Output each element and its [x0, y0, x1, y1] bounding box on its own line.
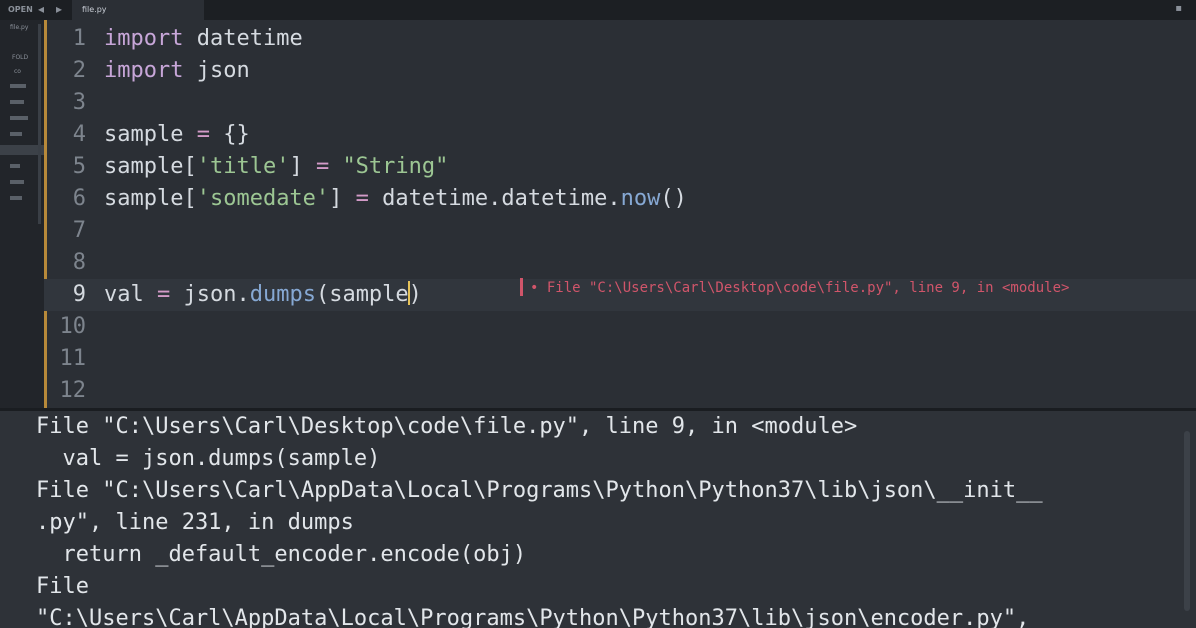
code-token: import — [104, 26, 184, 51]
code-token: sample[ — [104, 186, 197, 211]
line-number: 6 — [72, 186, 86, 211]
output-line: "C:\Users\Carl\AppData\Local\Programs\Py… — [36, 606, 1030, 628]
line-number: 3 — [72, 90, 86, 115]
window-control-icon[interactable]: ▪ — [1175, 3, 1182, 14]
code-token: 'title' — [196, 154, 290, 179]
code-token: () — [660, 186, 687, 211]
code-text: import datetime — [104, 23, 303, 55]
code-token: val — [104, 282, 157, 307]
tree-item[interactable] — [10, 196, 22, 200]
folders-label: FOLD — [12, 54, 29, 61]
output-line: File "C:\Users\Carl\Desktop\code\file.py… — [36, 414, 858, 439]
code-token: ) — [408, 282, 422, 307]
error-marker — [520, 278, 523, 296]
line-number: 1 — [72, 26, 86, 51]
tree-item[interactable] — [10, 164, 20, 168]
back-arrow-icon[interactable]: ◂ — [38, 2, 44, 16]
code-token: ] — [329, 186, 356, 211]
code-line[interactable]: 12 — [44, 375, 1196, 407]
folder-item[interactable]: co — [14, 68, 21, 75]
line-number: 12 — [59, 378, 87, 403]
sidebar-scrollbar[interactable] — [38, 24, 41, 224]
line-number: 5 — [72, 154, 86, 179]
open-file-item[interactable]: file.py — [10, 24, 28, 31]
output-line: File "C:\Users\Carl\AppData\Local\Progra… — [36, 478, 1043, 503]
line-number: 9 — [72, 282, 86, 307]
tree-item[interactable] — [10, 84, 26, 88]
line-number: 2 — [72, 58, 86, 83]
code-token: 'somedate' — [196, 186, 330, 211]
code-line[interactable]: 7 — [44, 215, 1196, 247]
code-token: "String" — [342, 154, 449, 179]
code-token: dumps — [249, 282, 316, 307]
line-number: 8 — [72, 250, 86, 275]
line-number: 10 — [59, 314, 87, 339]
open-files-label: OPEN — [8, 5, 33, 14]
code-token: = — [355, 186, 369, 211]
code-token: = — [196, 122, 210, 147]
code-token: json — [183, 58, 250, 83]
code-text: sample = {} — [104, 119, 250, 151]
output-line: .py", line 231, in dumps — [36, 510, 354, 535]
tree-item[interactable] — [10, 180, 24, 184]
code-line[interactable]: 3 — [44, 87, 1196, 119]
tree-item[interactable] — [10, 132, 22, 136]
code-token: sample[ — [104, 154, 197, 179]
code-token: = — [315, 154, 330, 179]
line-number: 7 — [72, 218, 86, 243]
code-token: datetime.datetime. — [368, 186, 621, 211]
code-line[interactable]: 5 sample['title'] = "String" — [44, 151, 1196, 183]
code-token: json. — [170, 282, 250, 307]
code-line[interactable]: 2 import json — [44, 55, 1196, 87]
code-text: val = json.dumps(sample) — [104, 279, 422, 311]
code-token: sample — [104, 122, 197, 147]
forward-arrow-icon[interactable]: ▸ — [56, 2, 62, 16]
tab-label: file.py — [82, 5, 107, 14]
tab-file-py[interactable]: file.py — [72, 0, 204, 20]
tree-item[interactable] — [10, 100, 24, 104]
code-token: datetime — [183, 26, 303, 51]
sidebar: file.py FOLD co — [0, 20, 44, 408]
line-number: 4 — [72, 122, 86, 147]
code-text: import json — [104, 55, 250, 87]
title-bar: OPEN ◂ ▸ file.py ▪ — [0, 0, 1196, 20]
code-text: sample['somedate'] = datetime.datetime.n… — [104, 183, 687, 215]
code-line[interactable]: 6 sample['somedate'] = datetime.datetime.… — [44, 183, 1196, 215]
code-token: ] — [289, 154, 316, 179]
code-token: (sample — [315, 282, 409, 307]
code-editor[interactable]: 1 import datetime 2 import json 3 4 sample = {… — [44, 20, 1196, 408]
code-token: now — [620, 186, 661, 211]
code-line[interactable]: 10 — [44, 311, 1196, 343]
code-token: {} — [209, 122, 250, 147]
tree-item[interactable] — [10, 116, 28, 120]
output-panel[interactable]: File "C:\Users\Carl\Desktop\code\file.py… — [0, 411, 1196, 628]
output-line: val = json.dumps(sample) — [36, 446, 381, 471]
code-token: import — [104, 58, 184, 83]
output-line: File — [36, 574, 89, 599]
code-text: sample['title'] = "String" — [104, 151, 448, 183]
output-line: return _default_encoder.encode(obj) — [36, 542, 527, 567]
inline-error-message: • File "C:\Users\Carl\Desktop\code\file.… — [530, 280, 1070, 296]
code-line[interactable]: 1 import datetime — [44, 23, 1196, 55]
code-line[interactable]: 8 — [44, 247, 1196, 279]
code-token: = — [156, 282, 171, 307]
line-number: 11 — [59, 346, 87, 371]
code-line[interactable]: 4 sample = {} — [44, 119, 1196, 151]
output-scrollbar[interactable] — [1184, 431, 1190, 611]
code-line[interactable]: 11 — [44, 343, 1196, 375]
